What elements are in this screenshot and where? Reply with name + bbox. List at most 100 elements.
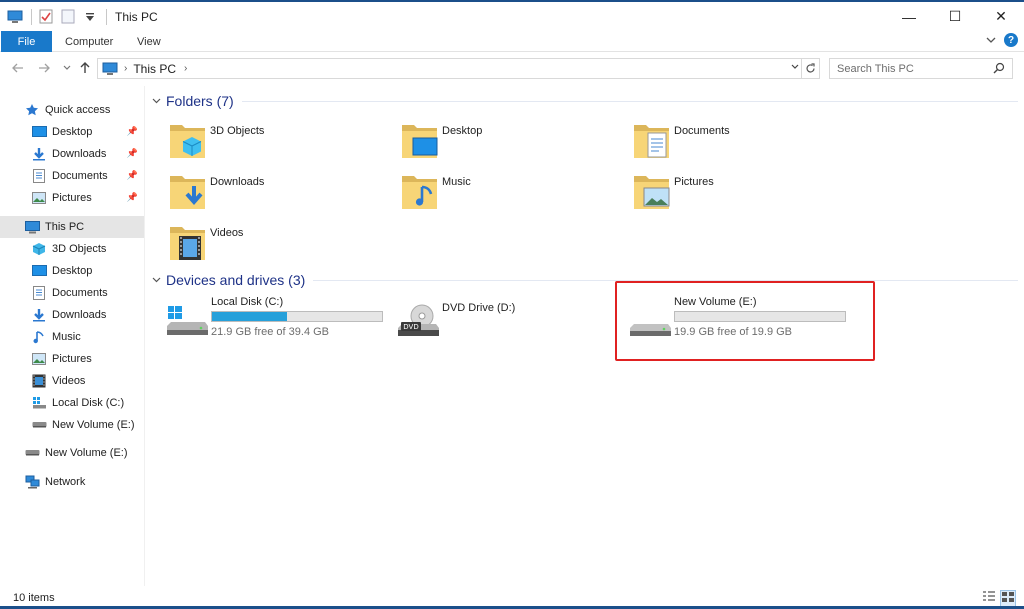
music-folder-icon (400, 170, 440, 214)
properties-icon[interactable] (38, 9, 54, 25)
folder-label: Videos (210, 227, 244, 239)
folder-pictures[interactable]: Pictures (632, 170, 852, 216)
customize-toolbar-icon[interactable] (82, 9, 98, 25)
navigation-bar: › This PC › (0, 52, 1024, 84)
drive-icon (31, 417, 47, 433)
folder-label: Desktop (442, 125, 483, 137)
folder-documents[interactable]: Documents (632, 119, 852, 165)
sidebar-item-label: Videos (52, 375, 86, 387)
3d-objects-folder-icon (168, 119, 208, 163)
recent-locations-button[interactable] (60, 60, 74, 76)
back-arrow-icon (12, 63, 23, 73)
devices-group-header[interactable]: Devices and drives (3) (152, 272, 1018, 288)
search-input[interactable] (837, 62, 987, 75)
large-icons-view-icon[interactable] (1000, 590, 1016, 607)
desktop-icon (31, 263, 47, 279)
sidebar-item-videos[interactable]: Videos (0, 370, 144, 392)
minimize-button[interactable]: — (886, 2, 932, 31)
sidebar-item-label: Local Disk (C:) (52, 397, 125, 409)
sidebar-item-this-pc[interactable]: This PC (0, 216, 144, 238)
breadcrumb-this-pc[interactable]: This PC (133, 62, 176, 76)
pictures-icon (31, 190, 47, 206)
desktop-folder-icon (400, 119, 440, 163)
title-bar[interactable]: This PC — ☐ ✕ (0, 2, 1024, 31)
help-icon[interactable]: ? (1004, 33, 1018, 47)
folder-3d-objects[interactable]: 3D Objects (168, 119, 388, 165)
window-title: This PC (115, 9, 158, 24)
sidebar-item-downloads-pinned[interactable]: Downloads 📌 (0, 143, 144, 165)
sidebar-item-label: Downloads (52, 309, 107, 321)
address-dropdown-icon[interactable] (791, 62, 799, 73)
drive-local-disk-c[interactable]: Local Disk (C:) 21.9 GB free of 39.4 GB (165, 294, 395, 350)
pin-icon[interactable]: 📌 (127, 192, 138, 203)
folder-videos[interactable]: Videos (168, 221, 388, 267)
sidebar-item-label: New Volume (E:) (45, 447, 128, 459)
sidebar-item-new-volume-e-root[interactable]: New Volume (E:) (0, 442, 144, 464)
sidebar-item-desktop[interactable]: Desktop (0, 260, 144, 282)
sidebar-item-documents-pinned[interactable]: Documents 📌 (0, 165, 144, 187)
folder-label: Documents (674, 125, 730, 137)
refresh-icon (806, 63, 815, 73)
svg-text:DVD: DVD (403, 323, 418, 331)
videos-folder-icon (168, 221, 208, 265)
forward-button[interactable] (37, 60, 51, 76)
local-disk-icon (31, 395, 47, 411)
search-icon[interactable] (993, 62, 1005, 77)
sidebar-item-documents[interactable]: Documents (0, 282, 144, 304)
folders-group-title: Folders (7) (166, 93, 234, 109)
chevron-down-icon[interactable] (152, 275, 161, 285)
quick-access-toolbar: This PC (0, 2, 158, 31)
sidebar-item-label: Documents (52, 287, 108, 299)
pin-icon[interactable]: 📌 (127, 170, 138, 181)
sidebar-item-network[interactable]: Network (0, 471, 144, 493)
expand-ribbon-icon[interactable] (986, 33, 996, 47)
this-pc-icon (24, 219, 40, 235)
chevron-down-icon[interactable] (152, 96, 161, 106)
up-button[interactable] (78, 60, 92, 76)
folder-desktop[interactable]: Desktop (400, 119, 620, 165)
sidebar-item-label: 3D Objects (52, 243, 107, 255)
sidebar-item-music[interactable]: Music (0, 326, 144, 348)
forward-arrow-icon (39, 63, 50, 73)
sidebar-item-3d-objects[interactable]: 3D Objects (0, 238, 144, 260)
refresh-button[interactable] (802, 58, 820, 79)
breadcrumb-separator[interactable]: › (124, 63, 127, 74)
search-box[interactable] (829, 58, 1013, 79)
sidebar-item-pictures[interactable]: Pictures (0, 348, 144, 370)
breadcrumb-separator[interactable]: › (184, 63, 187, 74)
item-count: 10 items (13, 591, 55, 604)
close-button[interactable]: ✕ (978, 2, 1024, 31)
drive-free-space: 21.9 GB free of 39.4 GB (211, 326, 330, 338)
folder-downloads[interactable]: Downloads (168, 170, 388, 216)
sidebar-item-quick-access[interactable]: Quick access (0, 99, 144, 121)
sidebar-item-local-disk-c[interactable]: Local Disk (C:) (0, 392, 144, 414)
content-pane[interactable]: Folders (7) 3D Objects Desktop Documents… (146, 86, 1024, 586)
computer-icon[interactable] (7, 9, 23, 25)
tab-computer[interactable]: Computer (65, 31, 113, 52)
sidebar-item-downloads[interactable]: Downloads (0, 304, 144, 326)
drive-dvd-d[interactable]: DVD DVD Drive (D:) (396, 294, 626, 350)
tab-file[interactable]: File (1, 31, 52, 52)
maximize-button[interactable]: ☐ (932, 2, 978, 31)
tab-view[interactable]: View (137, 31, 161, 52)
folder-music[interactable]: Music (400, 170, 620, 216)
sidebar-item-label: Desktop (52, 265, 93, 277)
network-icon (24, 474, 40, 490)
address-bar[interactable]: › This PC › (97, 58, 802, 79)
up-arrow-icon (80, 62, 90, 73)
drive-usage-fill (212, 312, 287, 321)
documents-folder-icon (632, 119, 672, 163)
downloads-icon (31, 307, 47, 323)
pin-icon[interactable]: 📌 (127, 126, 138, 137)
sidebar-item-desktop-pinned[interactable]: Desktop 📌 (0, 121, 144, 143)
folders-group-header[interactable]: Folders (7) (152, 93, 1018, 109)
new-folder-icon[interactable] (60, 9, 76, 25)
pictures-icon (31, 351, 47, 367)
sidebar-item-label: Quick access (45, 104, 111, 116)
navigation-pane[interactable]: Quick access Desktop 📌 Downloads 📌 Docum… (0, 86, 145, 586)
sidebar-item-pictures-pinned[interactable]: Pictures 📌 (0, 187, 144, 209)
sidebar-item-new-volume-e[interactable]: New Volume (E:) (0, 414, 144, 436)
pin-icon[interactable]: 📌 (127, 148, 138, 159)
back-button[interactable] (11, 60, 25, 76)
details-view-icon[interactable] (982, 590, 996, 607)
